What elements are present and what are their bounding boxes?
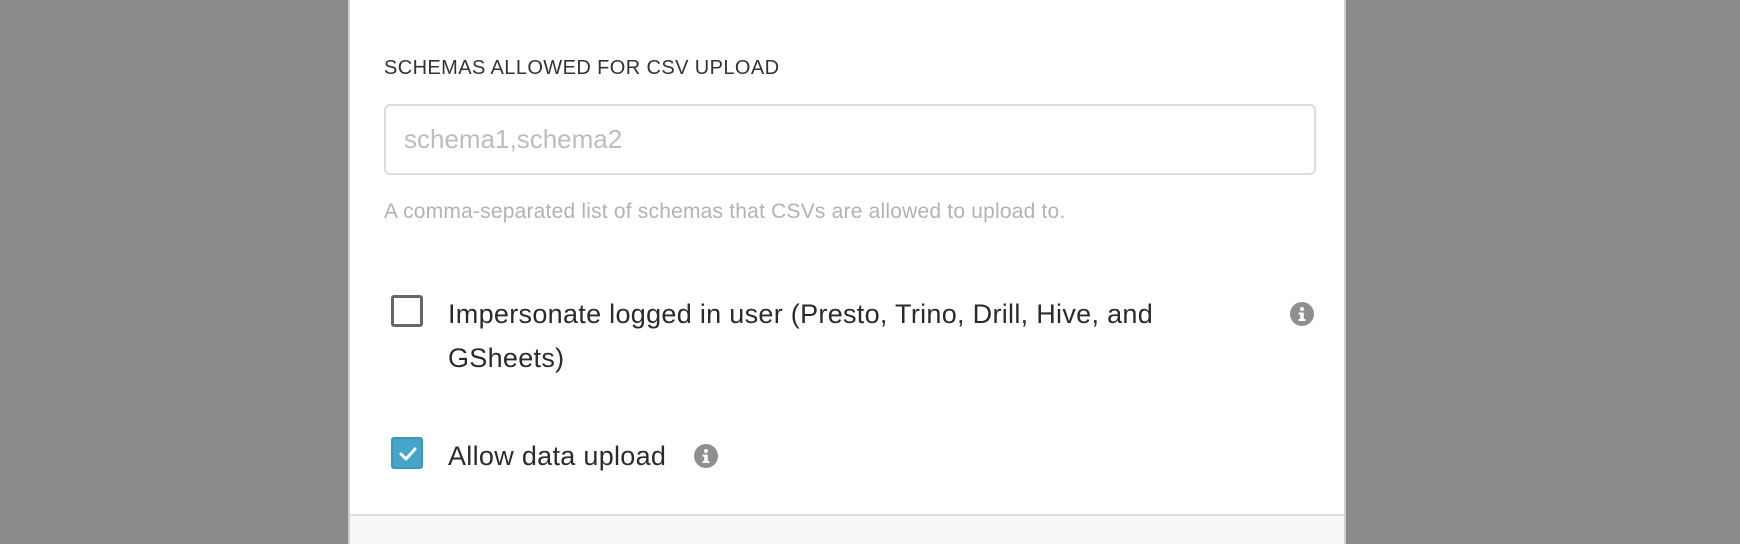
- allow-data-upload-label[interactable]: Allow data upload: [448, 434, 666, 478]
- impersonate-user-label[interactable]: Impersonate logged in user (Presto, Trin…: [448, 292, 1208, 380]
- allow-data-upload-checkbox[interactable]: [391, 437, 423, 469]
- checkmark-icon: [399, 447, 417, 461]
- schemas-csv-upload-input[interactable]: [384, 104, 1316, 175]
- impersonate-user-checkbox[interactable]: [391, 295, 423, 327]
- info-icon[interactable]: [694, 444, 718, 468]
- info-icon[interactable]: [1290, 302, 1314, 326]
- modal-footer: [350, 514, 1344, 544]
- schemas-csv-upload-label: SCHEMAS ALLOWED FOR CSV UPLOAD: [384, 57, 780, 79]
- schemas-csv-upload-helper: A comma-separated list of schemas that C…: [384, 200, 1066, 223]
- database-settings-modal: SCHEMAS ALLOWED FOR CSV UPLOAD A comma-s…: [348, 0, 1346, 544]
